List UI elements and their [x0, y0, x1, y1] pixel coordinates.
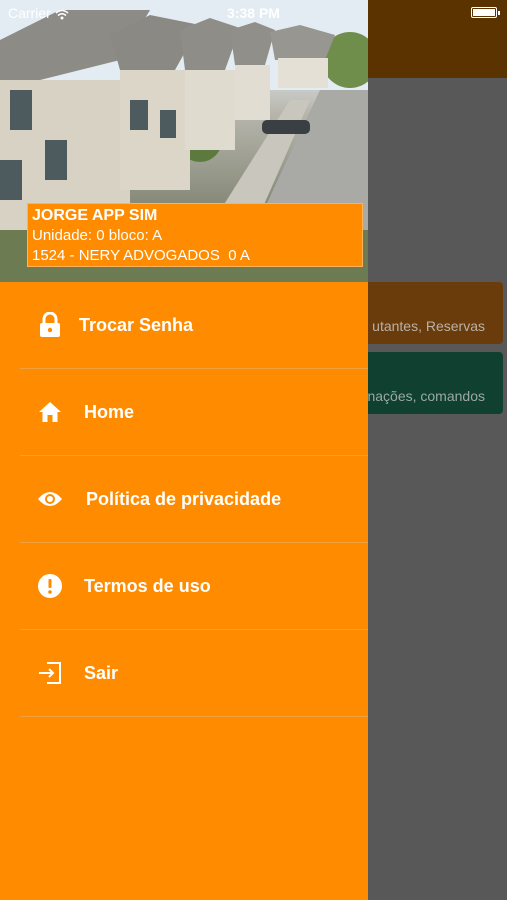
battery-icon [471, 7, 500, 18]
status-bar: Carrier 3:38 PM [0, 0, 507, 26]
alert-circle-icon [36, 572, 64, 600]
background-card-text: utantes, Reservas [372, 318, 485, 334]
menu-item-label: Trocar Senha [79, 314, 194, 335]
menu-item-logout[interactable]: Sair [20, 630, 368, 717]
menu-item-home[interactable]: Home [20, 369, 368, 456]
menu-item-label: Home [84, 401, 135, 422]
lock-icon [36, 311, 64, 339]
user-name: JORGE APP SIM [32, 207, 158, 224]
background-card-text: nações, comandos [367, 388, 485, 404]
menu-item-label: Política de privacidade [86, 488, 282, 509]
drawer-menu: Trocar Senha Home Política de privacidad… [0, 282, 368, 717]
user-unit: Unidade: 0 bloco: A [32, 227, 163, 244]
menu-item-label: Termos de uso [84, 575, 211, 596]
logout-icon [36, 659, 64, 687]
eye-icon [36, 485, 64, 513]
home-icon [36, 398, 64, 426]
user-info-box: JORGE APP SIM Unidade: 0 bloco: A 1524 -… [27, 203, 363, 267]
drawer-header-image: JORGE APP SIM Unidade: 0 bloco: A 1524 -… [0, 0, 368, 282]
menu-item-terms-of-use[interactable]: Termos de uso [20, 543, 368, 630]
menu-item-privacy-policy[interactable]: Política de privacidade [20, 456, 368, 543]
user-company: 1524 - NERY ADVOGADOS 0 A [32, 247, 250, 264]
status-time: 3:38 PM [227, 5, 280, 21]
menu-item-label: Sair [84, 662, 119, 683]
navigation-drawer: JORGE APP SIM Unidade: 0 bloco: A 1524 -… [0, 0, 368, 900]
menu-item-change-password[interactable]: Trocar Senha [20, 282, 368, 369]
